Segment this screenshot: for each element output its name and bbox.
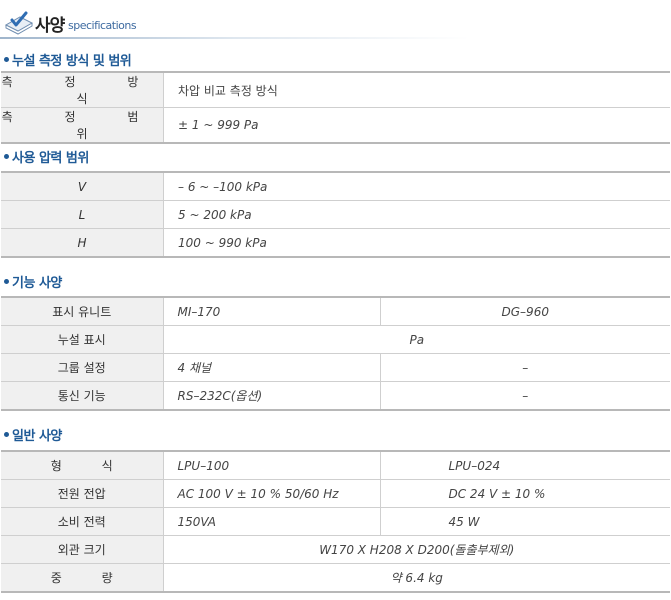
row-value-1: AC 100 V ± 10 % 50/60 Hz [162, 479, 380, 508]
page-subtitle: specifications [68, 19, 137, 32]
bullet-icon [4, 154, 9, 159]
function-spec-table: 표시 유니트 MI–170 DG–960 누설 표시 Pa 그룹 설정 4 채널… [1, 296, 670, 411]
row-label: 형 식 [1, 451, 163, 480]
row-label: 통신 기능 [1, 381, 163, 410]
row-value: Pa [162, 325, 670, 354]
row-label: 소비 전력 [1, 507, 163, 536]
row-value-2: DG–960 [379, 297, 670, 326]
row-label: 표시 유니트 [1, 297, 163, 326]
bullet-icon [4, 432, 9, 437]
table-row: 전원 전압 AC 100 V ± 10 % 50/60 Hz DC 24 V ±… [1, 479, 670, 508]
pressure-range-table: V – 6 ~ –100 kPa L 5 ~ 200 kPa H 100 ~ 9… [1, 171, 670, 258]
row-label: 외관 크기 [1, 535, 163, 564]
row-value-1: RS–232C(옵션) [162, 381, 380, 410]
table-row: 소비 전력 150VA 45 W [1, 507, 670, 536]
bullet-icon [4, 57, 9, 62]
table-row: 형 식 LPU–100 LPU–024 [1, 451, 670, 480]
row-value-2: LPU–024 [379, 451, 670, 480]
table-row: 측 정 범 위 ± 1 ~ 999 Pa [1, 107, 670, 143]
row-value-2: – [379, 353, 670, 382]
bullet-icon [4, 279, 9, 284]
book-check-icon [4, 11, 34, 35]
section-title-leak-measurement: 누설 측정 방식 및 범위 [4, 50, 132, 69]
row-value: 5 ~ 200 kPa [163, 200, 670, 229]
row-value: W170 X H208 X D200(돌출부제외) [162, 535, 670, 564]
section-title-pressure-range: 사용 압력 범위 [4, 147, 89, 166]
row-value: – 6 ~ –100 kPa [163, 172, 670, 201]
section-title-general-spec: 일반 사양 [4, 425, 62, 444]
row-value-1: MI–170 [162, 297, 380, 326]
row-value-2: 45 W [379, 507, 670, 536]
row-label: 측 정 방 식 [1, 72, 164, 108]
row-value-1: LPU–100 [162, 451, 380, 480]
row-label: 중 량 [1, 563, 163, 592]
row-label: 누설 표시 [1, 325, 163, 354]
row-value-2: – [379, 381, 670, 410]
row-label: H [1, 228, 164, 257]
table-row: 측 정 방 식 차압 비교 측정 방식 [1, 72, 670, 108]
section-title-function-spec: 기능 사양 [4, 272, 62, 291]
row-value: ± 1 ~ 999 Pa [163, 107, 670, 143]
row-value: 차압 비교 측정 방식 [163, 72, 670, 108]
row-value: 약 6.4 kg [162, 563, 670, 592]
table-row: 중 량 약 6.4 kg [1, 563, 670, 592]
row-value: 100 ~ 990 kPa [163, 228, 670, 257]
table-row: H 100 ~ 990 kPa [1, 228, 670, 257]
row-label: 그룹 설정 [1, 353, 163, 382]
row-label: 전원 전압 [1, 479, 163, 508]
leak-measurement-table: 측 정 방 식 차압 비교 측정 방식 측 정 범 위 ± 1 ~ 999 Pa [1, 71, 670, 144]
table-row: 통신 기능 RS–232C(옵션) – [1, 381, 670, 410]
table-row: 누설 표시 Pa [1, 325, 670, 354]
header-divider [0, 37, 671, 39]
table-row: V – 6 ~ –100 kPa [1, 172, 670, 201]
row-value-1: 4 채널 [162, 353, 380, 382]
page-header: 사양 specifications [0, 0, 671, 40]
table-row: 그룹 설정 4 채널 – [1, 353, 670, 382]
row-label: 측 정 범 위 [1, 107, 164, 143]
row-value-1: 150VA [162, 507, 380, 536]
table-row: 표시 유니트 MI–170 DG–960 [1, 297, 670, 326]
page-title: 사양 [35, 16, 65, 36]
row-value-2: DC 24 V ± 10 % [379, 479, 670, 508]
table-row: 외관 크기 W170 X H208 X D200(돌출부제외) [1, 535, 670, 564]
row-label: L [1, 200, 164, 229]
table-row: L 5 ~ 200 kPa [1, 200, 670, 229]
general-spec-table: 형 식 LPU–100 LPU–024 전원 전압 AC 100 V ± 10 … [1, 450, 670, 593]
row-label: V [1, 172, 164, 201]
